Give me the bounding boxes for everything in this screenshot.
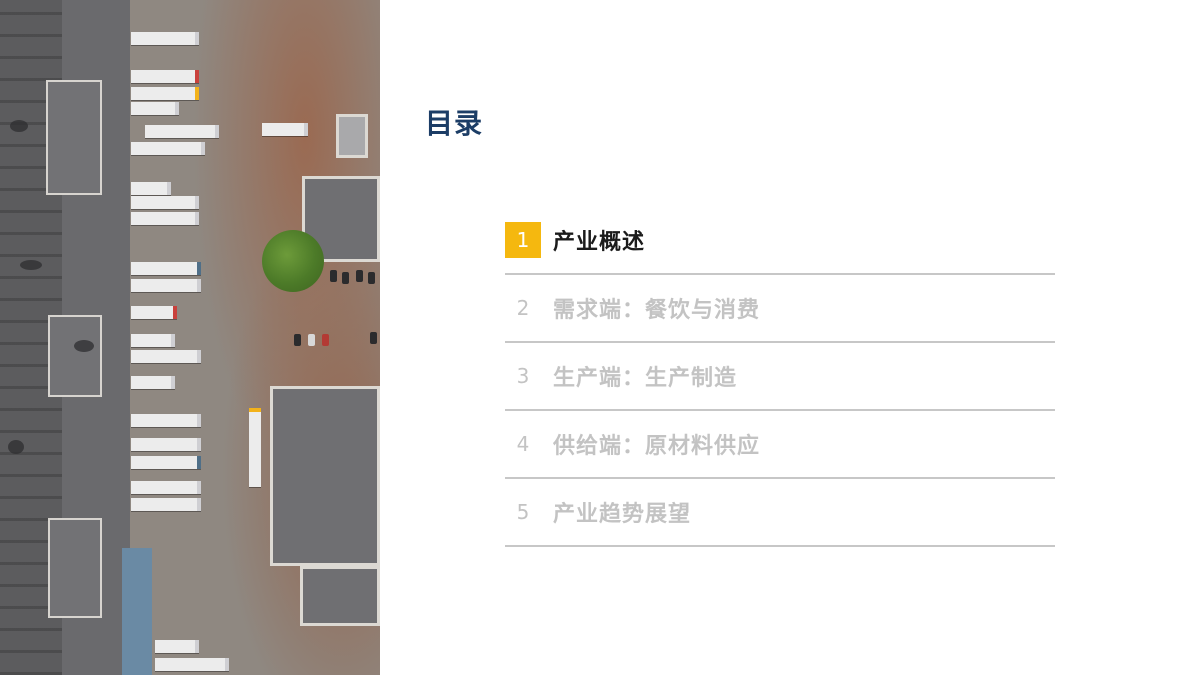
photo-truck [131,196,199,209]
toc-number: 3 [516,364,530,388]
toc-item-3[interactable]: 3 生产端：生产制造 [505,343,1055,411]
photo-truck [131,102,179,115]
toc-label: 产业概述 [553,230,646,255]
photo-building-right [122,548,152,675]
toc-number: 5 [516,500,530,524]
photo-truck [249,408,261,487]
toc-label: 产业趋势展望 [553,502,692,527]
photo-truck [131,182,171,195]
photo-car [368,272,375,284]
table-of-contents: 1 产业概述 2 需求端：餐饮与消费 3 生产端：生产制造 4 供给端：原材料供… [505,207,1055,547]
photo-car [342,272,349,284]
photo-truck [131,481,201,494]
toc-number: 2 [516,296,530,320]
toc-label: 生产端：生产制造 [553,366,738,391]
photo-car [322,334,329,346]
photo-truck [131,438,201,451]
photo-building-right [270,386,380,566]
toc-item-1[interactable]: 1 产业概述 [505,207,1055,275]
photo-truck [262,123,308,136]
photo-truck [155,640,199,653]
photo-car [330,270,337,282]
photo-stain [74,340,94,352]
photo-truck [131,212,199,225]
toc-number-badge: 1 [505,222,541,258]
photo-truck [131,350,201,363]
photo-truck [131,70,199,83]
photo-truck [131,262,201,275]
photo-car [308,334,315,346]
toc-item-5[interactable]: 5 产业趋势展望 [505,479,1055,547]
photo-building-right [336,114,368,158]
toc-label: 供给端：原材料供应 [553,434,761,459]
photo-roof-block [46,80,102,195]
photo-building-right [300,566,380,626]
photo-truck [131,456,201,469]
photo-car [294,334,301,346]
photo-truck [131,142,205,155]
aerial-warehouse-photo [0,0,380,675]
photo-truck [131,279,201,292]
toc-label: 需求端：餐饮与消费 [553,298,761,323]
photo-roof-block [48,315,102,397]
photo-truck [131,87,199,100]
photo-truck [131,498,201,511]
photo-truck [131,306,177,319]
photo-car [370,332,377,344]
photo-stain [20,260,42,270]
photo-tree [262,230,324,292]
toc-item-4[interactable]: 4 供给端：原材料供应 [505,411,1055,479]
photo-truck [131,32,199,45]
toc-number: 4 [516,432,530,456]
photo-truck [155,658,229,671]
photo-truck [145,125,219,138]
photo-stain [8,440,24,454]
page-title: 目录 [425,107,484,140]
photo-truck [131,376,175,389]
photo-roof-block [48,518,102,618]
photo-car [356,270,363,282]
toc-item-2[interactable]: 2 需求端：餐饮与消费 [505,275,1055,343]
photo-truck [131,414,201,427]
photo-stain [10,120,28,132]
photo-truck [131,334,175,347]
